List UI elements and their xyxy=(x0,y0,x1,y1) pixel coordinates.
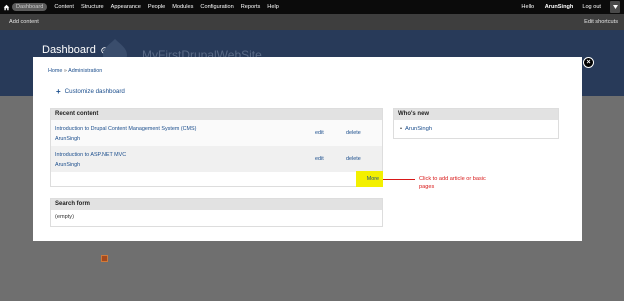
user-greeting: Hello ArunSingh xyxy=(521,4,573,10)
user-area: Hello ArunSingh Log out xyxy=(521,1,624,13)
menu-item-modules[interactable]: Modules xyxy=(172,4,193,10)
table-row: Introduction to ASP.NET MVC ArunSingh ed… xyxy=(51,146,382,172)
author-link[interactable]: ArunSingh xyxy=(55,136,80,142)
page-title: Dashboard xyxy=(42,44,108,56)
admin-menu: Dashboard Content Structure Appearance P… xyxy=(12,3,286,11)
logout-link[interactable]: Log out xyxy=(582,4,601,10)
close-icon[interactable]: × xyxy=(583,57,594,68)
content-title-link[interactable]: Introduction to ASP.NET MVC xyxy=(55,152,126,158)
menu-item-appearance[interactable]: Appearance xyxy=(111,4,141,10)
whos-new-title: Who's new xyxy=(394,109,558,120)
annotation-note: Click to add article or basic pages xyxy=(419,176,486,190)
menu-item-configuration[interactable]: Configuration xyxy=(200,4,233,10)
chevron-down-icon xyxy=(612,5,618,9)
search-form-body: (empty) xyxy=(55,214,74,220)
delete-link[interactable]: delete xyxy=(346,156,361,162)
recent-content-block: Recent content Introduction to Drupal Co… xyxy=(50,108,383,187)
shortcuts-toggle-button[interactable] xyxy=(610,1,620,13)
page-title-text: Dashboard xyxy=(42,44,96,56)
more-link[interactable]: More xyxy=(367,176,379,182)
edit-link[interactable]: edit xyxy=(315,130,324,136)
menu-item-help[interactable]: Help xyxy=(267,4,279,10)
delete-link[interactable]: delete xyxy=(346,130,361,136)
breadcrumb: Home » Administration xyxy=(48,68,102,74)
search-form-block: Search form (empty) xyxy=(50,198,383,227)
customize-dashboard-link[interactable]: + Customize dashboard xyxy=(56,86,125,96)
admin-toolbar: Dashboard Content Structure Appearance P… xyxy=(0,0,624,14)
feed-icon xyxy=(101,255,108,262)
menu-item-reports[interactable]: Reports xyxy=(241,4,261,10)
menu-item-structure[interactable]: Structure xyxy=(81,4,104,10)
add-content-link[interactable]: Add content xyxy=(9,19,39,25)
edit-link[interactable]: edit xyxy=(315,156,324,162)
greeting-prefix: Hello xyxy=(521,4,536,10)
breadcrumb-home[interactable]: Home xyxy=(48,68,62,74)
customize-label: Customize dashboard xyxy=(64,88,125,95)
search-form-title: Search form xyxy=(51,199,382,210)
menu-item-content[interactable]: Content xyxy=(54,4,74,10)
table-row: Introduction to Drupal Content Managemen… xyxy=(51,120,382,146)
more-highlight: More xyxy=(356,171,383,187)
shortcuts-bar: Add content Edit shortcuts xyxy=(0,14,624,30)
plus-icon: + xyxy=(56,86,61,96)
breadcrumb-separator: » xyxy=(63,68,67,74)
annotation-arrow-icon xyxy=(383,179,415,180)
breadcrumb-administration[interactable]: Administration xyxy=(68,68,102,74)
home-icon[interactable] xyxy=(0,0,12,14)
edit-shortcuts-link[interactable]: Edit shortcuts xyxy=(584,19,618,25)
menu-item-people[interactable]: People xyxy=(148,4,165,10)
author-link[interactable]: ArunSingh xyxy=(55,162,80,168)
whos-new-block: Who's new • ArunSingh xyxy=(393,108,559,139)
recent-content-title: Recent content xyxy=(51,109,382,120)
username-link[interactable]: ArunSingh xyxy=(545,4,574,10)
menu-item-dashboard[interactable]: Dashboard xyxy=(12,3,48,11)
content-title-link[interactable]: Introduction to Drupal Content Managemen… xyxy=(55,126,196,132)
user-link[interactable]: ArunSingh xyxy=(405,126,432,132)
list-item: • ArunSingh xyxy=(394,120,558,138)
bullet-icon: • xyxy=(400,126,403,132)
